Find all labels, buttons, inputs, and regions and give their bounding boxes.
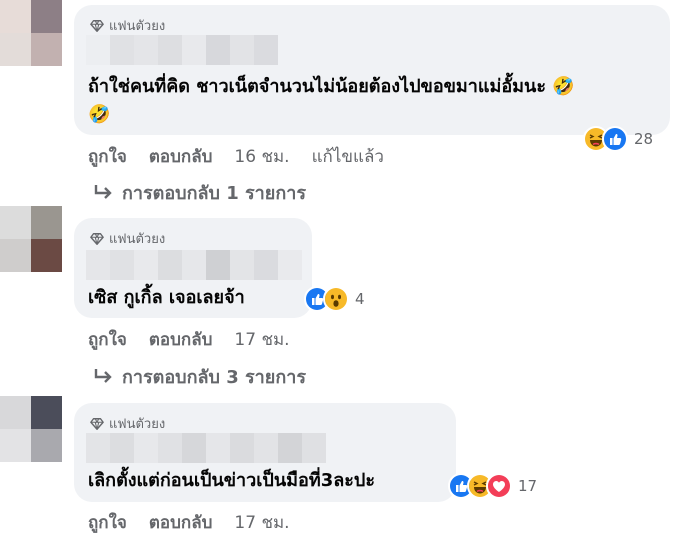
comment-actions: ถูกใจ ตอบกลับ 17 ชม. — [88, 326, 290, 353]
badge-label: แฟนตัวยง — [109, 417, 166, 432]
avatar[interactable] — [0, 206, 62, 272]
avatar[interactable] — [0, 396, 62, 462]
reply-arrow-icon — [94, 368, 114, 386]
blurred-author-name[interactable] — [86, 250, 302, 280]
like-button[interactable]: ถูกใจ — [88, 143, 127, 170]
comment-text-line: เลิกตั้งแต่ก่อนเป็นข่าวเป็นมือที่3ละปะ — [88, 470, 376, 491]
comment-bubble: แฟนตัวยง เซิส กูเกิ้ล เจอเลยจ้า — [74, 218, 312, 318]
wow-icon — [323, 286, 349, 312]
top-fan-badge: แฟนตัวยง — [90, 228, 165, 249]
top-fan-badge: แฟนตัวยง — [90, 15, 165, 36]
reaction-count: 17 — [518, 477, 538, 495]
like-icon — [602, 126, 628, 152]
replies-label: การตอบกลับ 1 รายการ — [122, 183, 307, 204]
avatar[interactable] — [0, 0, 62, 66]
reply-button[interactable]: ตอบกลับ — [149, 509, 213, 536]
comment-bubble: แฟนตัวยง เลิกตั้งแต่ก่อนเป็นข่าวเป็นมือท… — [74, 403, 456, 502]
reply-button[interactable]: ตอบกลับ — [149, 326, 213, 353]
comment-text-line: ถ้าใช่คนที่คิด ชาวเน็ตจำนวนไม่น้อยต้องไป… — [88, 76, 575, 97]
badge-label: แฟนตัวยง — [109, 19, 166, 34]
like-button[interactable]: ถูกใจ — [88, 509, 127, 536]
badge-label: แฟนตัวยง — [109, 232, 166, 247]
diamond-icon — [90, 19, 104, 33]
timestamp[interactable]: 17 ชม. — [234, 509, 289, 536]
reaction-summary[interactable]: 4 — [304, 286, 365, 312]
comment-text: เลิกตั้งแต่ก่อนเป็นข่าวเป็นมือที่3ละปะ — [88, 467, 375, 495]
comment-text: เซิส กูเกิ้ล เจอเลยจ้า — [88, 284, 245, 312]
reaction-summary[interactable]: 17 — [448, 473, 537, 499]
reaction-summary[interactable]: 28 — [583, 126, 653, 152]
timestamp[interactable]: 16 ชม. — [234, 143, 289, 170]
comment-actions: ถูกใจ ตอบกลับ 17 ชม. — [88, 509, 290, 536]
edited-label: แก้ไขแล้ว — [311, 147, 384, 167]
comment-bubble: แฟนตัวยง ถ้าใช่คนที่คิด ชาวเน็ตจำนวนไม่น… — [74, 5, 670, 135]
replies-label: การตอบกลับ 3 รายการ — [122, 367, 307, 388]
view-replies-link[interactable]: การตอบกลับ 3 รายการ — [94, 362, 306, 391]
love-icon — [486, 473, 512, 499]
comment-text-line: 🤣 — [88, 104, 111, 125]
comment-actions: ถูกใจ ตอบกลับ 16 ชม. แก้ไขแล้ว — [88, 143, 384, 170]
blurred-author-name[interactable] — [86, 433, 326, 463]
reaction-count: 28 — [634, 130, 654, 148]
comment-text-line: เซิส กูเกิ้ล เจอเลยจ้า — [88, 287, 245, 308]
comment-text: ถ้าใช่คนที่คิด ชาวเน็ตจำนวนไม่น้อยต้องไป… — [88, 73, 575, 129]
reply-arrow-icon — [94, 184, 114, 202]
reply-button[interactable]: ตอบกลับ — [149, 143, 213, 170]
reaction-count: 4 — [355, 290, 365, 308]
view-replies-link[interactable]: การตอบกลับ 1 รายการ — [94, 178, 306, 207]
top-fan-badge: แฟนตัวยง — [90, 413, 165, 434]
diamond-icon — [90, 417, 104, 431]
diamond-icon — [90, 232, 104, 246]
like-button[interactable]: ถูกใจ — [88, 326, 127, 353]
timestamp[interactable]: 17 ชม. — [234, 326, 289, 353]
blurred-author-name[interactable] — [86, 35, 278, 65]
